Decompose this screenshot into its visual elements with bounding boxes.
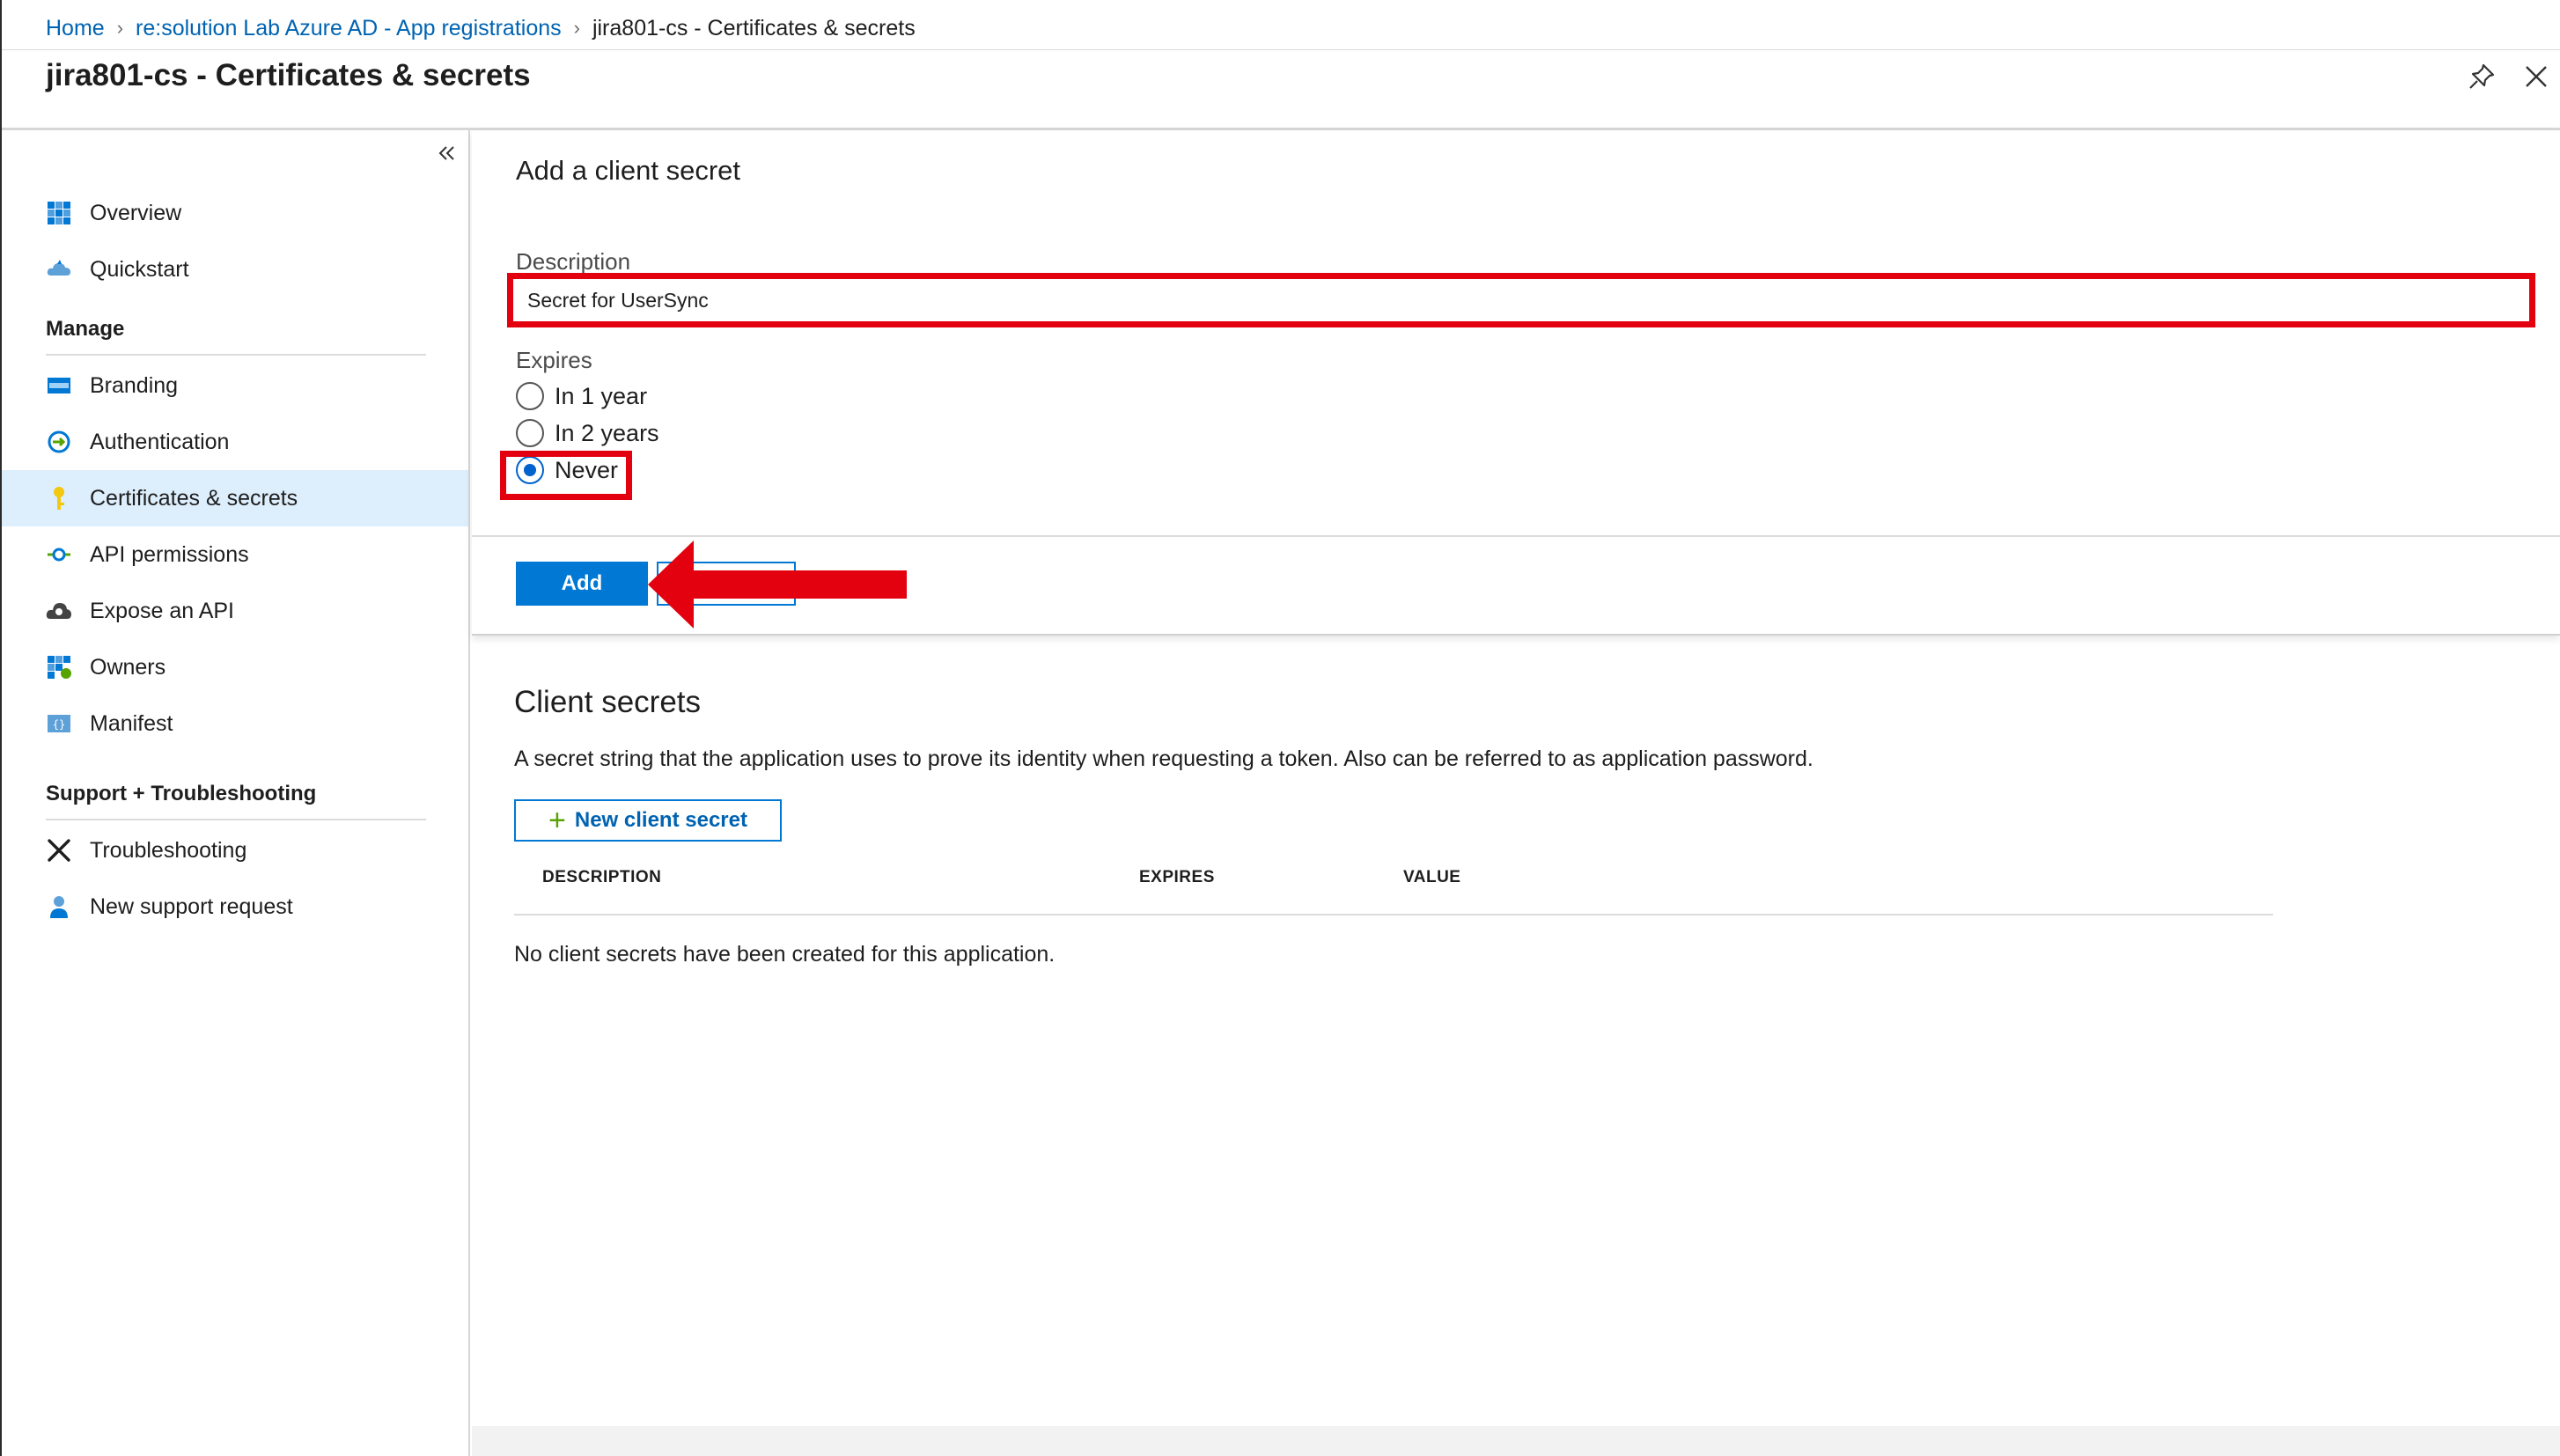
grid-icon: [48, 202, 70, 224]
breadcrumb-home-link[interactable]: Home: [46, 16, 105, 41]
radio-label: In 2 years: [555, 419, 659, 446]
sidebar-item-label: Manifest: [90, 710, 173, 736]
column-header-description: DESCRIPTION: [542, 868, 662, 886]
panel-title: Add a client secret: [516, 155, 741, 186]
sidebar-item-quickstart[interactable]: Quickstart: [2, 241, 468, 298]
sidebar-section-manage: Manage: [46, 317, 125, 341]
sidebar-item-label: Overview: [90, 200, 182, 225]
api-permissions-icon: [48, 548, 70, 562]
chevron-right-icon: ›: [116, 17, 124, 39]
client-secrets-title: Client secrets: [514, 685, 702, 719]
sidebar-item-label: Branding: [90, 372, 179, 398]
expires-label: Expires: [516, 347, 592, 373]
divider: [514, 914, 2273, 916]
sidebar-item-overview[interactable]: Overview: [2, 185, 468, 241]
red-arrow-annotation: [648, 540, 907, 629]
sidebar-item-api-permissions[interactable]: API permissions: [2, 526, 468, 583]
sidebar-item-label: Expose an API: [90, 598, 235, 623]
radio-button[interactable]: [516, 419, 544, 447]
new-client-secret-button[interactable]: + New client secret: [514, 799, 782, 842]
divider: [46, 819, 426, 820]
bottom-shade: [472, 1426, 2560, 1456]
page-title: jira801-cs - Certificates & secrets: [46, 58, 531, 92]
divider: [468, 130, 470, 1456]
support-person-icon: [50, 896, 68, 918]
column-header-expires: EXPIRES: [1139, 868, 1215, 886]
client-secrets-description: A secret string that the application use…: [514, 746, 1813, 771]
sidebar-item-new-support-request[interactable]: New support request: [2, 879, 468, 935]
sidebar-section-support: Support + Troubleshooting: [46, 782, 317, 805]
radio-in-1-year[interactable]: In 1 year: [516, 379, 647, 414]
close-icon[interactable]: [2521, 62, 2551, 92]
breadcrumb-app-registrations-link[interactable]: re:solution Lab Azure AD - App registrat…: [136, 16, 562, 41]
sidebar-item-expose-api[interactable]: Expose an API: [2, 583, 468, 639]
radio-label: In 1 year: [555, 382, 648, 409]
sidebar-item-authentication[interactable]: Authentication: [2, 414, 468, 470]
sidebar-item-label: Quickstart: [90, 256, 189, 282]
svg-text:{}: {}: [53, 718, 65, 731]
branding-icon: [48, 378, 70, 393]
sidebar-item-label: New support request: [90, 893, 293, 919]
add-button[interactable]: Add: [516, 562, 648, 606]
column-header-value: VALUE: [1403, 868, 1461, 886]
empty-state-message: No client secrets have been created for …: [514, 942, 1056, 967]
cloud-icon: [47, 260, 70, 276]
key-icon: [54, 487, 64, 510]
description-label: Description: [516, 248, 631, 275]
radio-button[interactable]: [516, 382, 544, 410]
divider: [472, 535, 2560, 537]
sidebar: Overview Quickstart Manage Branding Auth…: [2, 130, 468, 1456]
plus-icon: +: [548, 804, 566, 837]
divider: [2, 49, 2560, 50]
breadcrumb: Home › re:solution Lab Azure AD - App re…: [46, 12, 916, 44]
sidebar-item-label: Troubleshooting: [90, 837, 247, 863]
sidebar-item-manifest[interactable]: {} Manifest: [2, 695, 468, 752]
tools-icon: [48, 839, 70, 862]
owners-icon: [48, 656, 71, 679]
description-input[interactable]: [522, 284, 2524, 316]
description-highlight: [507, 273, 2535, 327]
sidebar-item-certificates-secrets[interactable]: Certificates & secrets: [2, 470, 468, 526]
sidebar-item-branding[interactable]: Branding: [2, 357, 468, 414]
radio-in-2-years[interactable]: In 2 years: [516, 415, 659, 451]
chevron-right-icon: ›: [573, 17, 580, 39]
sidebar-item-label: Owners: [90, 654, 166, 680]
new-client-secret-label: New client secret: [574, 808, 747, 832]
manifest-icon: {}: [48, 715, 70, 732]
breadcrumb-current: jira801-cs - Certificates & secrets: [592, 15, 916, 40]
never-highlight: [500, 451, 632, 500]
cloud-gear-icon: [46, 603, 71, 619]
sidebar-item-label: API permissions: [90, 541, 249, 567]
sidebar-item-troubleshooting[interactable]: Troubleshooting: [2, 822, 468, 879]
sidebar-item-label: Certificates & secrets: [90, 485, 298, 511]
divider: [46, 354, 426, 356]
double-chevron-left-icon[interactable]: [435, 141, 460, 165]
sidebar-item-label: Authentication: [90, 429, 230, 454]
authentication-icon: [48, 430, 70, 453]
sidebar-item-owners[interactable]: Owners: [2, 639, 468, 695]
pin-icon[interactable]: [2467, 62, 2497, 92]
